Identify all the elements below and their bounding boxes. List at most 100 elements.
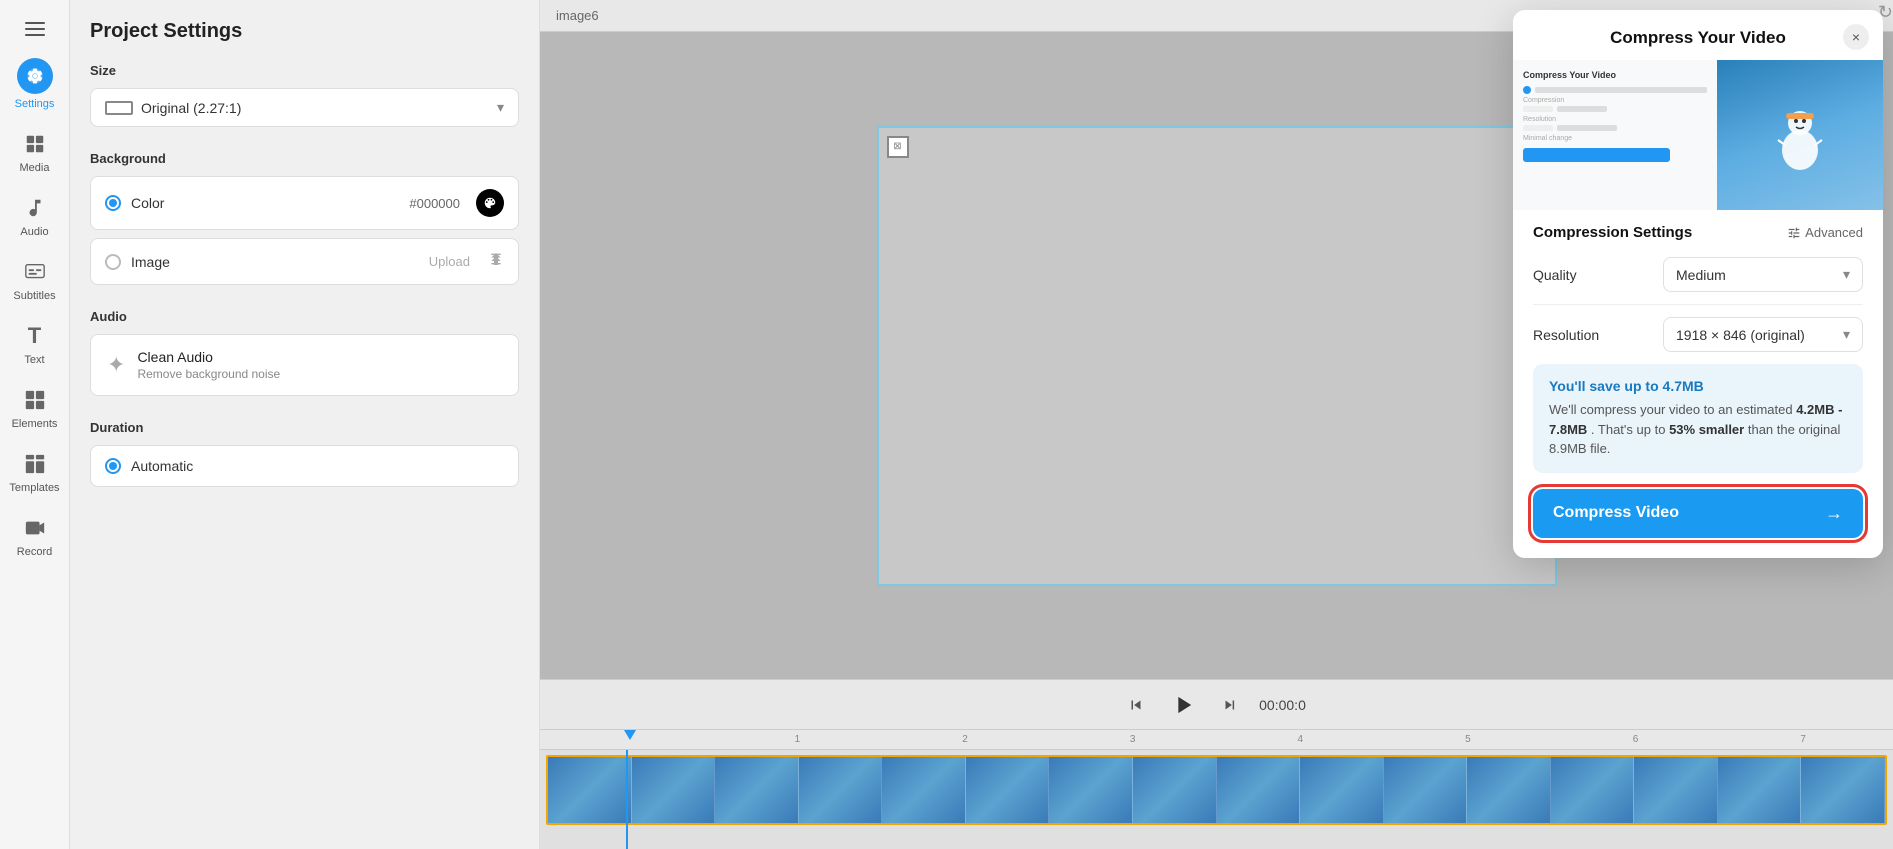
sidebar-item-label-elements: Elements: [12, 418, 58, 430]
playhead-line: [626, 750, 628, 849]
resolution-dropdown[interactable]: 1918 × 846 (original) ▾: [1663, 317, 1863, 352]
sidebar-item-label-templates: Templates: [9, 482, 59, 494]
savings-text: We'll compress your video to an estimate…: [1549, 400, 1847, 459]
modal-header: Compress Your Video ×: [1513, 10, 1883, 60]
sidebar-item-audio[interactable]: Audio: [0, 184, 69, 248]
thumbnail-6: [966, 757, 1050, 823]
sidebar-item-label-settings: Settings: [15, 98, 55, 110]
settings-icon: [17, 58, 53, 94]
upload-icon[interactable]: [488, 251, 504, 272]
thumbnail-5: [882, 757, 966, 823]
templates-icon: [21, 450, 49, 478]
resolution-row: Resolution 1918 × 846 (original) ▾: [1533, 317, 1863, 352]
timeline-area: 1 2 3 4 5 6 7: [540, 729, 1893, 849]
size-dropdown-value: Original (2.27:1): [141, 100, 497, 116]
duration-automatic-label: Automatic: [131, 458, 193, 474]
ruler-mark-5: 5: [1384, 734, 1552, 745]
duration-section-label: Duration: [90, 420, 519, 435]
thumbnail-12: [1467, 757, 1551, 823]
canvas-tab-label: image6: [556, 8, 599, 23]
ruler-marks: 1 2 3 4 5 6 7: [546, 734, 1887, 745]
sidebar-item-templates[interactable]: Templates: [0, 440, 69, 504]
resolution-value: 1918 × 846 (original): [1676, 327, 1805, 343]
compress-video-button[interactable]: Compress Video →: [1533, 489, 1863, 538]
quality-row: Quality Medium ▾: [1533, 257, 1863, 292]
record-icon: [21, 514, 49, 542]
ruler-mark-4: 4: [1217, 734, 1385, 745]
modal-close-button[interactable]: ×: [1843, 24, 1869, 50]
hamburger-button[interactable]: [0, 10, 69, 48]
timeline-thumbnails[interactable]: [546, 755, 1887, 825]
thumbnail-9: [1217, 757, 1301, 823]
thumbnail-3: [715, 757, 799, 823]
thumbnail-7: [1049, 757, 1133, 823]
quality-dropdown[interactable]: Medium ▾: [1663, 257, 1863, 292]
color-label: Color: [131, 195, 164, 211]
thumbnail-16: [1801, 757, 1885, 823]
compress-btn-arrow-icon: →: [1825, 503, 1843, 524]
compression-settings-title: Compression Settings: [1533, 224, 1692, 241]
thumbnail-4: [799, 757, 883, 823]
ruler-mark-2: 2: [881, 734, 1049, 745]
quality-chevron-icon: ▾: [1843, 266, 1850, 283]
clean-audio-card[interactable]: ✦ Clean Audio Remove background noise: [90, 334, 519, 396]
playback-bar: 00:00:0: [540, 679, 1893, 729]
duration-radio-button[interactable]: [105, 458, 121, 474]
duration-automatic-option[interactable]: Automatic: [90, 445, 519, 487]
elements-icon: [21, 386, 49, 414]
color-radio-button[interactable]: [105, 195, 121, 211]
ruler-mark-1: 1: [714, 734, 882, 745]
color-picker-button[interactable]: [476, 189, 504, 217]
sidebar-item-settings[interactable]: Settings: [0, 48, 69, 120]
audio-section: Audio ✦ Clean Audio Remove background no…: [90, 309, 519, 396]
audio-icon: [21, 194, 49, 222]
background-section: Background Color #000000 Image Upload: [90, 151, 519, 285]
settings-panel: Project Settings Size Original (2.27:1) …: [70, 0, 540, 849]
timeline-ruler: 1 2 3 4 5 6 7: [540, 730, 1893, 750]
quality-label: Quality: [1533, 267, 1577, 283]
background-section-label: Background: [90, 151, 519, 166]
thumbnail-8: [1133, 757, 1217, 823]
forward-button[interactable]: [1221, 696, 1239, 714]
sidebar-item-subtitles[interactable]: Subtitles: [0, 248, 69, 312]
aspect-ratio-icon: [105, 101, 133, 115]
sidebar-item-text[interactable]: T Text: [0, 312, 69, 376]
text-icon: T: [21, 322, 49, 350]
modal-body: Compression Settings Advanced Quality Me…: [1513, 210, 1883, 352]
divider-1: [1533, 304, 1863, 305]
sidebar-item-label-text: Text: [24, 354, 44, 366]
sidebar-item-label-record: Record: [17, 546, 52, 558]
play-button[interactable]: [1165, 687, 1201, 723]
media-icon: [21, 130, 49, 158]
video-thumbnail: [1717, 60, 1884, 210]
modal-preview-content: Compress Your Video Compression Resoluti…: [1513, 60, 1883, 210]
size-dropdown[interactable]: Original (2.27:1) ▾: [90, 88, 519, 127]
advanced-link[interactable]: Advanced: [1787, 225, 1863, 240]
size-section: Size Original (2.27:1) ▾: [90, 63, 519, 127]
rewind-button[interactable]: [1127, 696, 1145, 714]
color-option[interactable]: Color #000000: [90, 176, 519, 230]
savings-text-part2: . That's up to: [1591, 422, 1666, 437]
modal-title: Compress Your Video: [1610, 28, 1786, 48]
image-option[interactable]: Image Upload: [90, 238, 519, 285]
frame-corner-icon: ⊠: [887, 136, 909, 158]
settings-panel-title: Project Settings: [90, 20, 519, 43]
timecode-display: 00:00:0: [1259, 697, 1306, 713]
sidebar-item-elements[interactable]: Elements: [0, 376, 69, 440]
thumbnail-11: [1384, 757, 1468, 823]
sidebar-item-record[interactable]: Record: [0, 504, 69, 568]
sidebar-item-label-audio: Audio: [20, 226, 48, 238]
thumbnail-1: [548, 757, 632, 823]
sparkle-icon: ✦: [107, 352, 125, 378]
sidebar-item-media[interactable]: Media: [0, 120, 69, 184]
sidebar-item-label-media: Media: [20, 162, 50, 174]
thumbnail-13: [1551, 757, 1635, 823]
modal-preview: Compress Your Video Compression Resoluti…: [1513, 60, 1883, 210]
timeline-track[interactable]: [540, 750, 1893, 830]
image-radio-button[interactable]: [105, 254, 121, 270]
clean-audio-title: Clean Audio: [137, 349, 280, 365]
icon-sidebar: Settings Media Audio: [0, 0, 70, 849]
modal-preview-right: [1717, 60, 1884, 210]
compress-modal: Compress Your Video × Compress Your Vide…: [1513, 10, 1883, 558]
resolution-label: Resolution: [1533, 327, 1599, 343]
